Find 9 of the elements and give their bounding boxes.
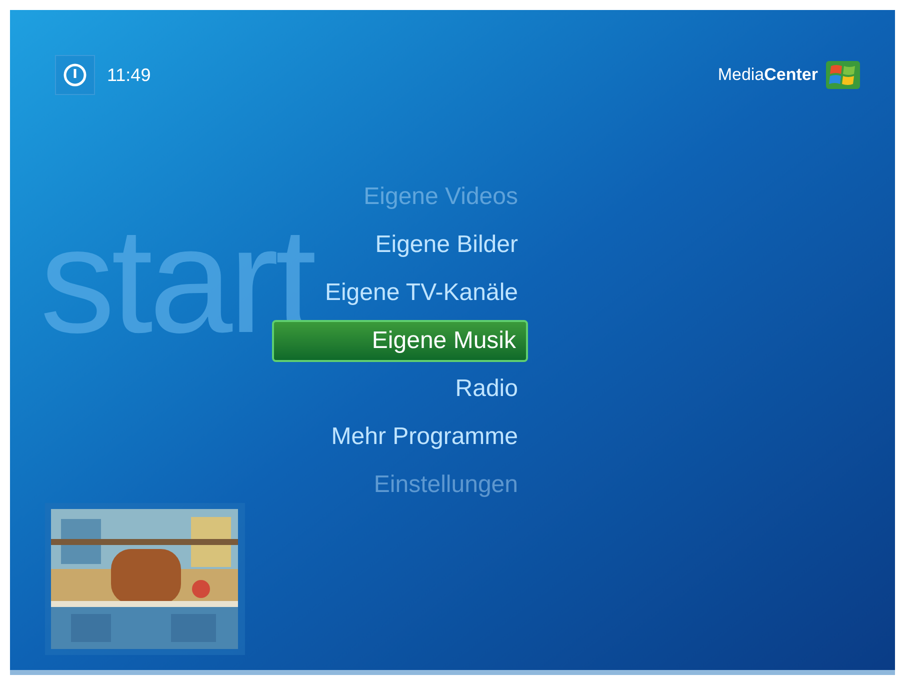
power-button[interactable] xyxy=(55,55,95,95)
windows-logo-icon xyxy=(826,61,860,89)
menu-item[interactable]: Radio xyxy=(272,368,528,410)
menu-item[interactable]: Mehr Programme xyxy=(272,416,528,458)
brand-name: MediaCenter xyxy=(718,64,818,86)
menu-item[interactable]: Eigene Musik xyxy=(272,320,528,362)
clock-time: 11:49 xyxy=(107,64,151,86)
power-icon xyxy=(63,63,87,87)
menu-item[interactable]: Einstellungen xyxy=(272,464,528,506)
